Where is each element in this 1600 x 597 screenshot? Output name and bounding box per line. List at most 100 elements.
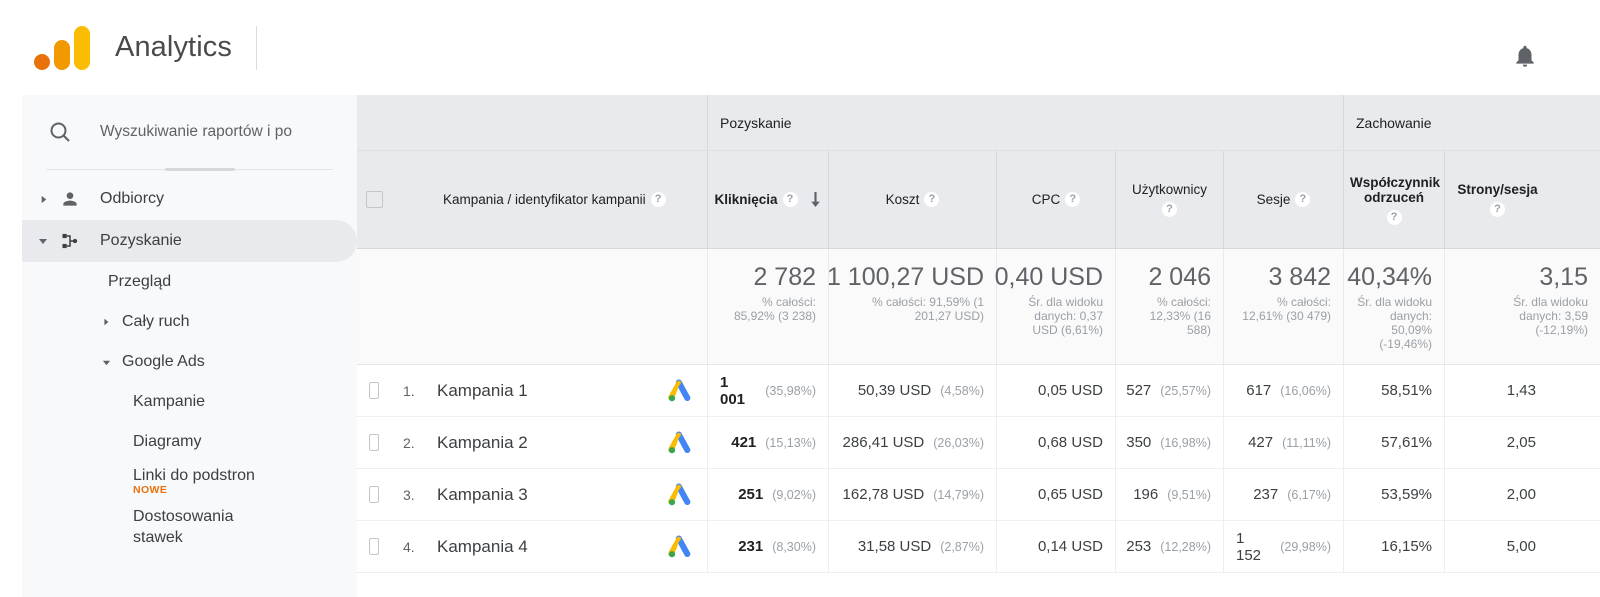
summary-strony-sesja-sub: Śr. dla widoku danych: 3,59 (-12,19%) xyxy=(1513,295,1588,337)
row-uzytkownicy-value: 196 xyxy=(1133,486,1159,503)
sidebar-item-google-ads-label: Google Ads xyxy=(122,353,205,370)
column-header-uzytkownicy[interactable]: Użytkownicy ? xyxy=(1116,151,1224,248)
help-icon[interactable]: ? xyxy=(1386,209,1402,225)
row-cpc-cell: 0,14 USD xyxy=(997,521,1116,572)
help-icon[interactable]: ? xyxy=(1065,192,1081,207)
sidebar-item-pozyskanie[interactable]: Pozyskanie xyxy=(22,220,357,262)
row-uzytkownicy-pct: (16,98%) xyxy=(1160,435,1211,450)
column-header-strony-sesja[interactable]: Strony/sesja ? xyxy=(1445,151,1600,248)
sidebar-item-dostosowania-stawek[interactable]: Dostosowania stawek xyxy=(22,501,272,553)
sort-desc-icon[interactable] xyxy=(809,192,822,207)
sidebar-item-pozyskanie-label: Pozyskanie xyxy=(100,232,182,249)
acquisition-node-icon xyxy=(58,231,82,251)
row-checkbox[interactable] xyxy=(369,538,379,555)
row-wspolczynnik-odrzucen-cell: 16,15% xyxy=(1344,521,1445,572)
row-checkbox-cell[interactable] xyxy=(357,365,391,416)
column-header-wspolczynnik-odrzucen[interactable]: Współczynnik odrzuceń ? xyxy=(1344,151,1445,248)
row-wspolczynnik-odrzucen-cell: 58,51% xyxy=(1344,365,1445,416)
row-checkbox-cell[interactable] xyxy=(357,469,391,520)
brand-divider xyxy=(255,25,257,70)
row-koszt-value: 162,78 USD xyxy=(842,486,925,503)
sidebar-item-diagramy-label: Diagramy xyxy=(133,433,202,450)
row-campaign-name[interactable]: Kampania 3 xyxy=(437,485,667,505)
summary-strony-sesja-value: 3,15 xyxy=(1539,263,1588,291)
table-row[interactable]: 4. Kampania 4 231 (8,30%) 31,58 USD (2,8… xyxy=(357,521,1600,573)
row-campaign-cell: 1. Kampania 1 xyxy=(391,365,708,416)
row-campaign-name[interactable]: Kampania 4 xyxy=(437,537,667,557)
summary-wspolczynnik-odrzucen-sub: Śr. dla widoku danych: 50,09% (-19,46%) xyxy=(1357,295,1432,351)
row-checkbox-cell[interactable] xyxy=(357,521,391,572)
help-icon[interactable]: ? xyxy=(924,192,940,207)
search-bar[interactable] xyxy=(22,95,357,169)
analytics-logo[interactable] xyxy=(34,25,90,70)
campaigns-table: Pozyskanie Zachowanie Kampania / identyf… xyxy=(357,95,1600,597)
summary-uzytkownicy: 2 046 % całości: 12,33% (16 588) xyxy=(1116,249,1224,364)
help-icon[interactable]: ? xyxy=(650,192,666,207)
sidebar-item-diagramy[interactable]: Diagramy xyxy=(22,422,357,462)
row-sesje-pct: (11,11%) xyxy=(1282,435,1331,450)
row-sesje-value: 237 xyxy=(1253,486,1279,503)
row-koszt-cell: 162,78 USD (14,79%) xyxy=(829,469,997,520)
row-campaign-name[interactable]: Kampania 1 xyxy=(437,381,667,401)
notifications-button[interactable] xyxy=(1512,42,1538,70)
row-checkbox[interactable] xyxy=(369,382,379,399)
row-cpc-value: 0,65 USD xyxy=(1037,486,1103,503)
column-header-cpc[interactable]: CPC ? xyxy=(997,151,1116,248)
search-input[interactable] xyxy=(100,123,320,141)
sidebar: Odbiorcy Pozyskanie Przegląd xyxy=(22,95,357,597)
row-campaign-name[interactable]: Kampania 2 xyxy=(437,433,667,453)
column-header-sesje-label: Sesje xyxy=(1256,192,1291,207)
sidebar-scroll-indicator[interactable] xyxy=(165,168,235,171)
summary-klikniecia-sub: % całości: 85,92% (3 238) xyxy=(733,295,816,323)
select-all-checkbox[interactable] xyxy=(365,191,383,208)
group-header-zachowanie-label: Zachowanie xyxy=(1356,114,1432,131)
summary-spacer-name xyxy=(391,249,708,364)
row-checkbox-cell[interactable] xyxy=(357,417,391,468)
select-all-checkbox-cell[interactable] xyxy=(357,151,391,248)
sidebar-item-odbiorcy[interactable]: Odbiorcy xyxy=(22,178,357,220)
row-strony-sesja-cell: 2,05 xyxy=(1445,417,1600,468)
analytics-page: Analytics Odb xyxy=(0,0,1600,597)
summary-sesje-sub: % całości: 12,61% (30 479) xyxy=(1242,295,1331,323)
table-group-header-row: Pozyskanie Zachowanie xyxy=(357,95,1600,151)
row-campaign-cell: 4. Kampania 4 xyxy=(391,521,708,572)
help-icon[interactable]: ? xyxy=(1490,202,1505,217)
row-wspolczynnik-odrzucen-cell: 57,61% xyxy=(1344,417,1445,468)
row-uzytkownicy-value: 350 xyxy=(1126,434,1152,451)
sidebar-item-linki-do-podstron[interactable]: Linki do podstron NOWE xyxy=(22,462,357,501)
help-icon[interactable]: ? xyxy=(1162,202,1177,217)
row-strony-sesja-value: 1,43 xyxy=(1506,382,1536,399)
group-header-pozyskanie: Pozyskanie xyxy=(708,95,1344,150)
row-checkbox[interactable] xyxy=(369,486,379,503)
column-header-klikniecia-label: Kliknięcia xyxy=(714,192,778,207)
help-icon[interactable]: ? xyxy=(1295,192,1311,207)
sidebar-item-przeglad[interactable]: Przegląd xyxy=(22,262,357,302)
row-uzytkownicy-cell: 196 (9,51%) xyxy=(1116,469,1224,520)
brand-title: Analytics xyxy=(115,31,232,63)
help-icon[interactable]: ? xyxy=(782,192,798,207)
google-ads-icon xyxy=(667,534,695,560)
row-klikniecia-cell: 251 (9,02%) xyxy=(708,469,829,520)
column-header-sesje[interactable]: Sesje ? xyxy=(1224,151,1344,248)
column-header-dimension[interactable]: Kampania / identyfikator kampanii ? xyxy=(391,151,708,248)
summary-uzytkownicy-sub: % całości: 12,33% (16 588) xyxy=(1149,295,1211,337)
summary-cpc-sub: Śr. dla widoku danych: 0,37 USD (6,61%) xyxy=(1028,295,1103,337)
row-sesje-value: 427 xyxy=(1248,434,1274,451)
row-sesje-cell: 237 (6,17%) xyxy=(1224,469,1344,520)
row-checkbox[interactable] xyxy=(369,434,379,451)
table-row[interactable]: 3. Kampania 3 251 (9,02%) 162,78 USD (14… xyxy=(357,469,1600,521)
sidebar-item-google-ads[interactable]: Google Ads xyxy=(22,342,357,382)
logo-dot-icon xyxy=(34,53,50,70)
table-row[interactable]: 2. Kampania 2 421 (15,13%) 286,41 USD (2… xyxy=(357,417,1600,469)
row-cpc-value: 0,14 USD xyxy=(1037,538,1103,555)
sidebar-item-caly-ruch[interactable]: Cały ruch xyxy=(22,302,357,342)
column-header-koszt[interactable]: Koszt ? xyxy=(829,151,997,248)
row-koszt-value: 31,58 USD xyxy=(857,538,932,555)
row-klikniecia-pct: (35,98%) xyxy=(765,383,816,398)
table-row[interactable]: 1. Kampania 1 1 001 (35,98%) 50,39 USD (… xyxy=(357,365,1600,417)
column-header-klikniecia[interactable]: Kliknięcia ? xyxy=(708,151,829,248)
summary-koszt: 1 100,27 USD % całości: 91,59% (1 201,27… xyxy=(827,249,997,364)
sidebar-item-dostosowania-stawek-label: Dostosowania stawek xyxy=(133,508,234,546)
sidebar-item-kampanie[interactable]: Kampanie xyxy=(22,382,357,422)
google-ads-icon xyxy=(667,378,695,404)
